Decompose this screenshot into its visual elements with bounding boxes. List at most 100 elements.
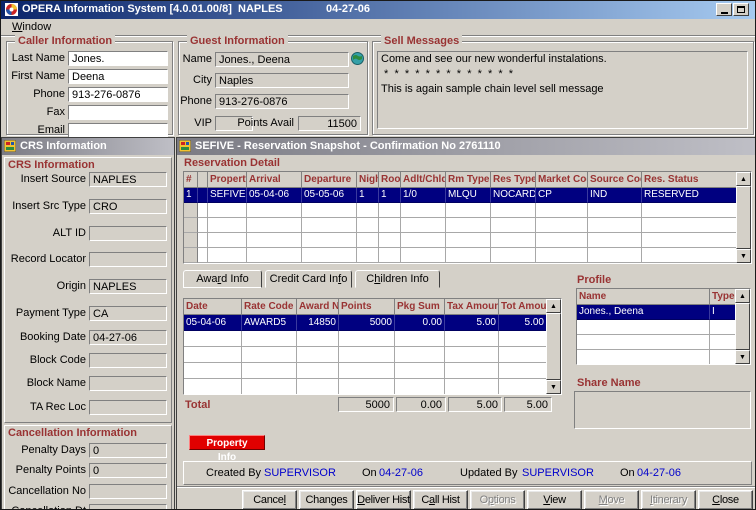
insert-src-type-field[interactable]: CRO bbox=[89, 199, 167, 214]
booking-date-field[interactable]: 04-27-06 bbox=[89, 330, 167, 345]
menu-window[interactable]: Window bbox=[8, 20, 55, 34]
opera-application-window: OPERA Information System [4.0.01.00/8] N… bbox=[0, 0, 756, 510]
award-row-empty[interactable] bbox=[184, 331, 546, 347]
fax-field[interactable] bbox=[68, 105, 168, 120]
titlebar-property: NAPLES bbox=[238, 3, 283, 15]
share-name-field[interactable] bbox=[574, 391, 751, 429]
crs-window-icon bbox=[4, 140, 16, 152]
updated-by-label: Updated By bbox=[460, 467, 517, 479]
col-night: Night bbox=[357, 172, 379, 188]
tab-children-info[interactable]: Children Info bbox=[355, 270, 440, 288]
insert-source-field[interactable]: NAPLES bbox=[89, 172, 167, 187]
maximize-button[interactable] bbox=[733, 3, 749, 16]
deliver-hist-button[interactable]: Deliver Hist bbox=[356, 490, 411, 510]
cancel-button[interactable]: Cancel bbox=[242, 490, 297, 510]
tab-award-info[interactable]: Award Info bbox=[183, 270, 262, 288]
profile-row-empty[interactable] bbox=[577, 320, 735, 335]
property-info-button[interactable]: Property Info bbox=[189, 435, 265, 450]
guest-phone-field[interactable]: 913-276-0876 bbox=[215, 94, 349, 109]
points-avail-field[interactable]: 11500 bbox=[298, 116, 361, 131]
changes-button[interactable]: Changes bbox=[299, 490, 354, 510]
ta-rec-loc-field[interactable] bbox=[89, 400, 167, 415]
first-name-field[interactable]: Deena bbox=[68, 69, 168, 84]
penalty-points-field[interactable]: 0 bbox=[89, 463, 167, 478]
col-res-status: Res. Status bbox=[642, 172, 738, 188]
caller-phone-field[interactable]: 913-276-0876 bbox=[68, 87, 168, 102]
penalty-days-field[interactable]: 0 bbox=[89, 443, 167, 458]
reservation-table-header: # Property Arrival Departure Night Roon … bbox=[184, 172, 736, 188]
payment-type-field[interactable]: CA bbox=[89, 306, 167, 321]
tab-credit-card-info[interactable]: Credit Card Info bbox=[265, 270, 352, 288]
reservation-row-empty[interactable] bbox=[184, 203, 736, 218]
origin-field[interactable]: NAPLES bbox=[89, 279, 167, 294]
profile-row-selected[interactable]: Jones., Deena I bbox=[577, 305, 735, 320]
call-hist-button[interactable]: Call Hist bbox=[413, 490, 468, 510]
sell-message-line: This is again sample chain level sell me… bbox=[381, 82, 744, 97]
award-table-header: Date Rate Code Award No Points Pkg Sum T… bbox=[184, 299, 546, 315]
col-selector bbox=[198, 172, 208, 188]
scroll-down-icon[interactable]: ▼ bbox=[736, 249, 751, 263]
scroll-up-icon[interactable]: ▲ bbox=[735, 289, 750, 303]
reservation-row-selected[interactable]: 1 SEFIVE05-04-06 05-05-061 11/0 MLQUNOCA… bbox=[184, 188, 736, 203]
last-name-field[interactable]: Jones. bbox=[68, 51, 168, 66]
globe-icon[interactable] bbox=[351, 52, 364, 65]
snapshot-window-body: Reservation Detail # Property Arrival De… bbox=[177, 155, 756, 510]
award-row-selected[interactable]: 05-04-06 AWARD5 14850 5000 0.00 5.00 5.0… bbox=[184, 315, 546, 331]
profile-table-scrollbar[interactable]: ▲ ▼ bbox=[735, 289, 750, 364]
title-bar: OPERA Information System [4.0.01.00/8] N… bbox=[1, 1, 755, 19]
close-button[interactable]: Close bbox=[698, 490, 753, 510]
award-row-empty[interactable] bbox=[184, 347, 546, 363]
penalty-days-label: Penalty Days bbox=[2, 444, 86, 456]
crs-window-body: CRS Information Insert Source NAPLES Ins… bbox=[2, 155, 174, 510]
insert-source-label: Insert Source bbox=[2, 173, 86, 185]
minimize-button[interactable] bbox=[716, 3, 732, 16]
col-rownum: # bbox=[184, 172, 198, 188]
maximize-icon bbox=[737, 6, 745, 13]
view-button[interactable]: View bbox=[527, 490, 582, 510]
total-label: Total bbox=[185, 399, 210, 411]
cancellation-section-title: Cancellation Information bbox=[8, 427, 137, 439]
caller-phone-label: Phone bbox=[7, 88, 65, 100]
block-name-label: Block Name bbox=[2, 377, 86, 389]
reservation-row-empty[interactable] bbox=[184, 248, 736, 263]
alt-id-field[interactable] bbox=[89, 226, 167, 241]
col-date: Date bbox=[184, 299, 242, 315]
profile-label: Profile bbox=[577, 274, 611, 286]
block-code-field[interactable] bbox=[89, 353, 167, 368]
titlebar-date: 04-27-06 bbox=[326, 3, 370, 15]
city-field[interactable]: Naples bbox=[215, 73, 349, 88]
window-title: OPERA Information System [4.0.01.00/8] bbox=[22, 3, 232, 15]
guest-name-field[interactable]: Jones., Deena bbox=[215, 52, 349, 67]
total-pkg-sum: 0.00 bbox=[396, 397, 446, 412]
reservation-row-empty[interactable] bbox=[184, 233, 736, 248]
record-locator-field[interactable] bbox=[89, 252, 167, 267]
city-label: City bbox=[179, 74, 212, 86]
crs-information-window: CRS Information CRS Information Insert S… bbox=[1, 137, 175, 510]
updated-by-value: SUPERVISOR bbox=[522, 467, 594, 479]
scroll-up-icon[interactable]: ▲ bbox=[546, 299, 561, 313]
scroll-thumb[interactable] bbox=[735, 303, 750, 350]
scroll-down-icon[interactable]: ▼ bbox=[546, 380, 561, 394]
booking-date-label: Booking Date bbox=[2, 331, 86, 343]
points-avail-label: Points Avail bbox=[234, 117, 294, 129]
sell-messages-group: Sell Messages Come and see our new wonde… bbox=[372, 41, 754, 135]
scroll-up-icon[interactable]: ▲ bbox=[736, 172, 751, 186]
award-table-scrollbar[interactable]: ▲ ▼ bbox=[546, 299, 561, 394]
email-field[interactable] bbox=[68, 123, 168, 138]
cancellation-no-field[interactable] bbox=[89, 484, 167, 499]
scroll-thumb[interactable] bbox=[546, 313, 561, 380]
alt-id-label: ALT ID bbox=[2, 227, 86, 239]
scroll-thumb[interactable] bbox=[736, 186, 751, 249]
block-name-field[interactable] bbox=[89, 376, 167, 391]
profile-row-empty[interactable] bbox=[577, 350, 735, 365]
reservation-table-scrollbar[interactable]: ▲ ▼ bbox=[736, 172, 751, 263]
first-name-label: First Name bbox=[7, 70, 65, 82]
reservation-row-empty[interactable] bbox=[184, 218, 736, 233]
award-row-empty[interactable] bbox=[184, 363, 546, 379]
scroll-down-icon[interactable]: ▼ bbox=[735, 350, 750, 364]
profile-row-empty[interactable] bbox=[577, 335, 735, 350]
award-row-empty[interactable] bbox=[184, 379, 546, 395]
cancellation-dt-field[interactable] bbox=[89, 504, 167, 510]
col-market-code: Market Code bbox=[536, 172, 588, 188]
options-button: Options bbox=[470, 490, 525, 510]
